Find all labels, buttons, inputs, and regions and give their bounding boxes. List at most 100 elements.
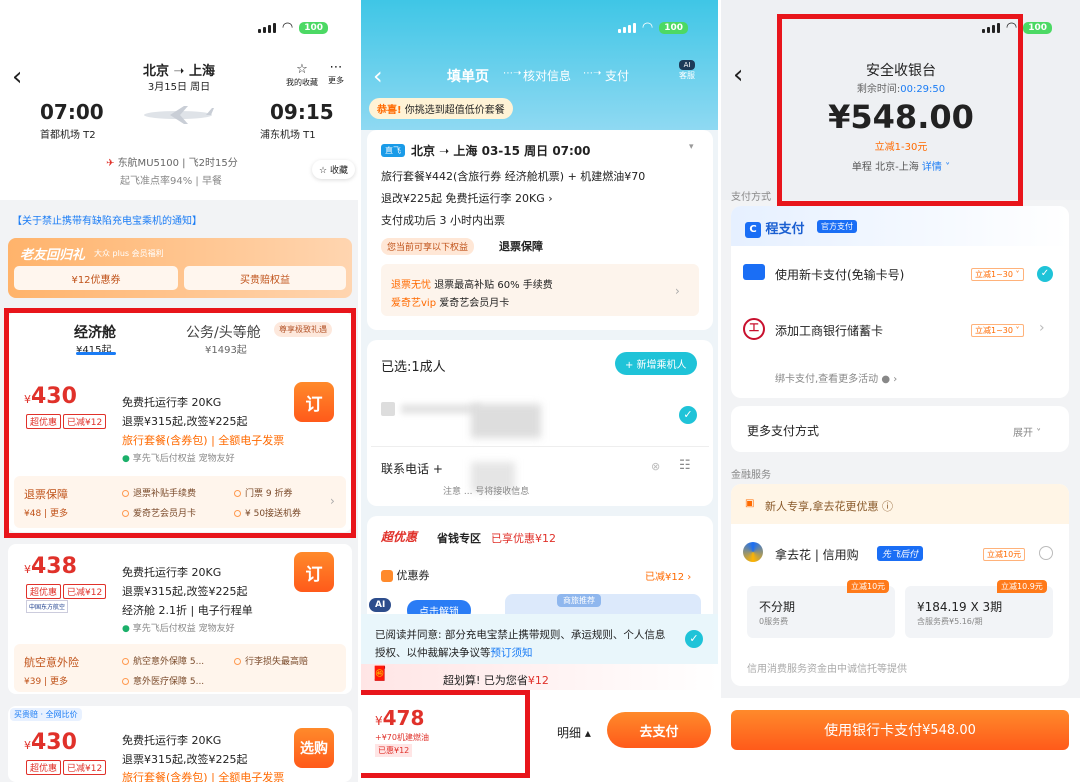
offer2-insurance-amount: ¥39: [24, 677, 42, 687]
check-icon[interactable]: ✓: [679, 406, 697, 424]
savings-amount: ¥12: [527, 674, 549, 687]
trip-info: 单程 北京-上海 详情 ˅: [781, 158, 1021, 173]
amount-due: ¥548.00: [828, 98, 974, 136]
rights-row-2: 爱奇艺vip 爱奇艺会员月卡: [391, 294, 509, 309]
pay-option-icbc[interactable]: 添加工商银行储蓄卡: [775, 322, 883, 339]
offer2-price-value: 438: [31, 554, 77, 579]
contact-phone-label: 联系电话 +: [381, 462, 443, 476]
chevron-right-icon: ›: [1039, 320, 1045, 336]
pay-option-new-card[interactable]: 使用新卡支付(免输卡号): [775, 266, 904, 283]
offer1-baggage: 免费托运行李 20KG: [122, 396, 222, 409]
service-button[interactable]: AI 客服: [679, 60, 695, 81]
tab-economy[interactable]: 经济舱: [74, 322, 116, 342]
selected-check-icon[interactable]: ✓: [1037, 266, 1053, 282]
chengpay-icon: C: [745, 221, 761, 238]
offer3-refund: 退票¥315起,改签¥225起: [122, 753, 248, 766]
offer2-baggage: 免费托运行李 20KG: [122, 566, 222, 579]
notice-link[interactable]: 【关于禁止携带有缺陷充电宝乘机的通知】: [12, 212, 202, 227]
detail-toggle[interactable]: 明细 ▴: [557, 724, 591, 741]
total-price: ¥478: [375, 706, 425, 730]
business-badge: 尊享极致礼遇: [274, 322, 332, 337]
discount-text: 立减1-30元: [874, 142, 928, 153]
flight-summary: 北京 ➝ 上海 03-15 周日 07:00: [411, 144, 591, 158]
airline-logo: 中国东方航空: [26, 600, 69, 613]
pay-with-card-button[interactable]: 使用银行卡支付 ¥548.00: [731, 710, 1069, 750]
pay-option-2-tag: 立减1~30 ˅: [971, 324, 1024, 337]
offer1-protection[interactable]: [14, 476, 346, 528]
my-favorites-button[interactable]: ☆ 我的收藏: [286, 62, 318, 88]
shield-icon: ●: [122, 624, 133, 634]
offer2-insurance-title: 航空意外险: [24, 656, 79, 669]
expand-button[interactable]: 展开 ˅: [1013, 424, 1041, 439]
battery-icon: 100: [1023, 21, 1052, 34]
clear-icon[interactable]: ⊗: [651, 460, 660, 473]
caret-down-icon[interactable]: ▾: [689, 142, 694, 152]
naquhua-radio[interactable]: [1039, 546, 1053, 560]
arrival-time: 09:15: [270, 100, 334, 124]
pay-with-card-label: 使用银行卡支付: [824, 723, 923, 739]
departure-airport: 首都机场 T2: [40, 130, 96, 141]
chengpay-label: 程支付: [765, 222, 805, 237]
refund-line[interactable]: 退改¥225起 免费托运行李 20KG ›: [381, 190, 553, 206]
favorite-button[interactable]: ☆ 收藏: [312, 160, 355, 179]
rights-2-name: 爱奇艺vip: [391, 298, 437, 309]
offer1-feature: 旅行套餐(含券包) | 全额电子发票: [122, 434, 285, 447]
airline-logo-icon: ✈: [106, 158, 118, 169]
total-price-value: 478: [382, 706, 425, 730]
gift-icon: 🧧: [371, 666, 389, 682]
checkout-panel: ◠ 100 ‹ 安全收银台 剩余时间:00:29:50 ¥548.00 立减1-…: [721, 0, 1080, 782]
offer2-feature-a: 经济舱 2.1折: [122, 604, 187, 617]
offer2-tag-deal: 超优惠: [26, 584, 62, 599]
installment-1-label: 不分期: [759, 600, 796, 614]
direct-badge: 直飞: [381, 144, 405, 157]
buy-button-3[interactable]: 选购: [294, 728, 334, 768]
trip-detail-link[interactable]: 详情 ˅: [922, 162, 950, 173]
signal-icon: [617, 22, 636, 33]
contact-book-icon[interactable]: ☷: [679, 458, 691, 473]
offer1-extra-text: 享先飞后付权益 宠物友好: [132, 454, 235, 464]
step-arrow-icon: ⋯➝: [583, 68, 602, 79]
ontime-rate: 起飞准点率94% | 早餐: [120, 176, 222, 187]
promo-guarantee-button[interactable]: 买贵赔权益: [184, 266, 346, 290]
back-button[interactable]: ‹: [733, 60, 743, 90]
chevron-right-icon: ›: [675, 284, 680, 298]
back-button[interactable]: ‹: [373, 62, 383, 90]
more-button[interactable]: ⋯ 更多: [328, 60, 344, 86]
naquhua-tag: 立减10元: [983, 548, 1026, 561]
coupon-row[interactable]: 优惠券: [381, 567, 430, 583]
promo-coupon-button[interactable]: ¥12优惠券: [14, 266, 178, 290]
offer1-benefit-2-text: 门票 9 折券: [245, 489, 293, 499]
signal-icon: [257, 22, 276, 33]
rights-1-name: 退票无忧: [391, 280, 431, 291]
add-passenger-button[interactable]: + 新增乘机人: [615, 352, 697, 375]
book-button-2[interactable]: 订: [294, 552, 334, 592]
pay-button[interactable]: 去支付: [607, 712, 711, 748]
bind-card-link[interactable]: 绑卡支付,查看更多活动 ● ›: [775, 370, 897, 385]
offer2-extra: ● 享先飞后付权益 宠物友好: [122, 621, 235, 634]
book-button-1[interactable]: 订: [294, 382, 334, 422]
flight-info: ✈ 东航MU5100 | 飞2时15分: [106, 154, 238, 169]
offer1-protection-title: 退票保障: [24, 488, 68, 501]
departure-time: 07:00: [40, 100, 104, 124]
ai-badge: AI: [369, 598, 392, 612]
passenger-edit-icon[interactable]: [381, 402, 395, 416]
offer2-benefit-3-text: 意外医疗保障 5...: [133, 677, 205, 687]
offer3-tag-deal: 超优惠: [26, 760, 62, 775]
pay-with-card-amount: ¥548.00: [922, 722, 976, 738]
naquhua-label[interactable]: 拿去花 | 信用购: [775, 546, 859, 563]
coupon-value[interactable]: 已减¥12 ›: [645, 568, 691, 583]
offer2-insurance-price: ¥39 | 更多: [24, 677, 68, 687]
agreement-link[interactable]: 预订须知: [491, 647, 533, 659]
offer1-protection-more: 更多: [49, 509, 68, 519]
offer1-benefit-4: ¥ 50接送机券: [234, 506, 301, 519]
offer1-benefit-1: 退票补贴手续费: [122, 486, 196, 499]
finance-label: 金融服务: [731, 470, 771, 481]
rights-2-desc: 爱奇艺会员月卡: [439, 298, 510, 309]
agreement-check-icon[interactable]: ✓: [685, 630, 703, 648]
wifi-icon: ◠: [281, 20, 294, 35]
battery-icon: 100: [299, 21, 328, 34]
tab-business[interactable]: 公务/头等舱: [186, 322, 261, 342]
offer1-benefit-4-text: ¥ 50接送机券: [245, 509, 302, 519]
installment-2-tag: 立减10.9元: [997, 580, 1047, 593]
installment-1-sub: 0服务费: [759, 617, 789, 626]
